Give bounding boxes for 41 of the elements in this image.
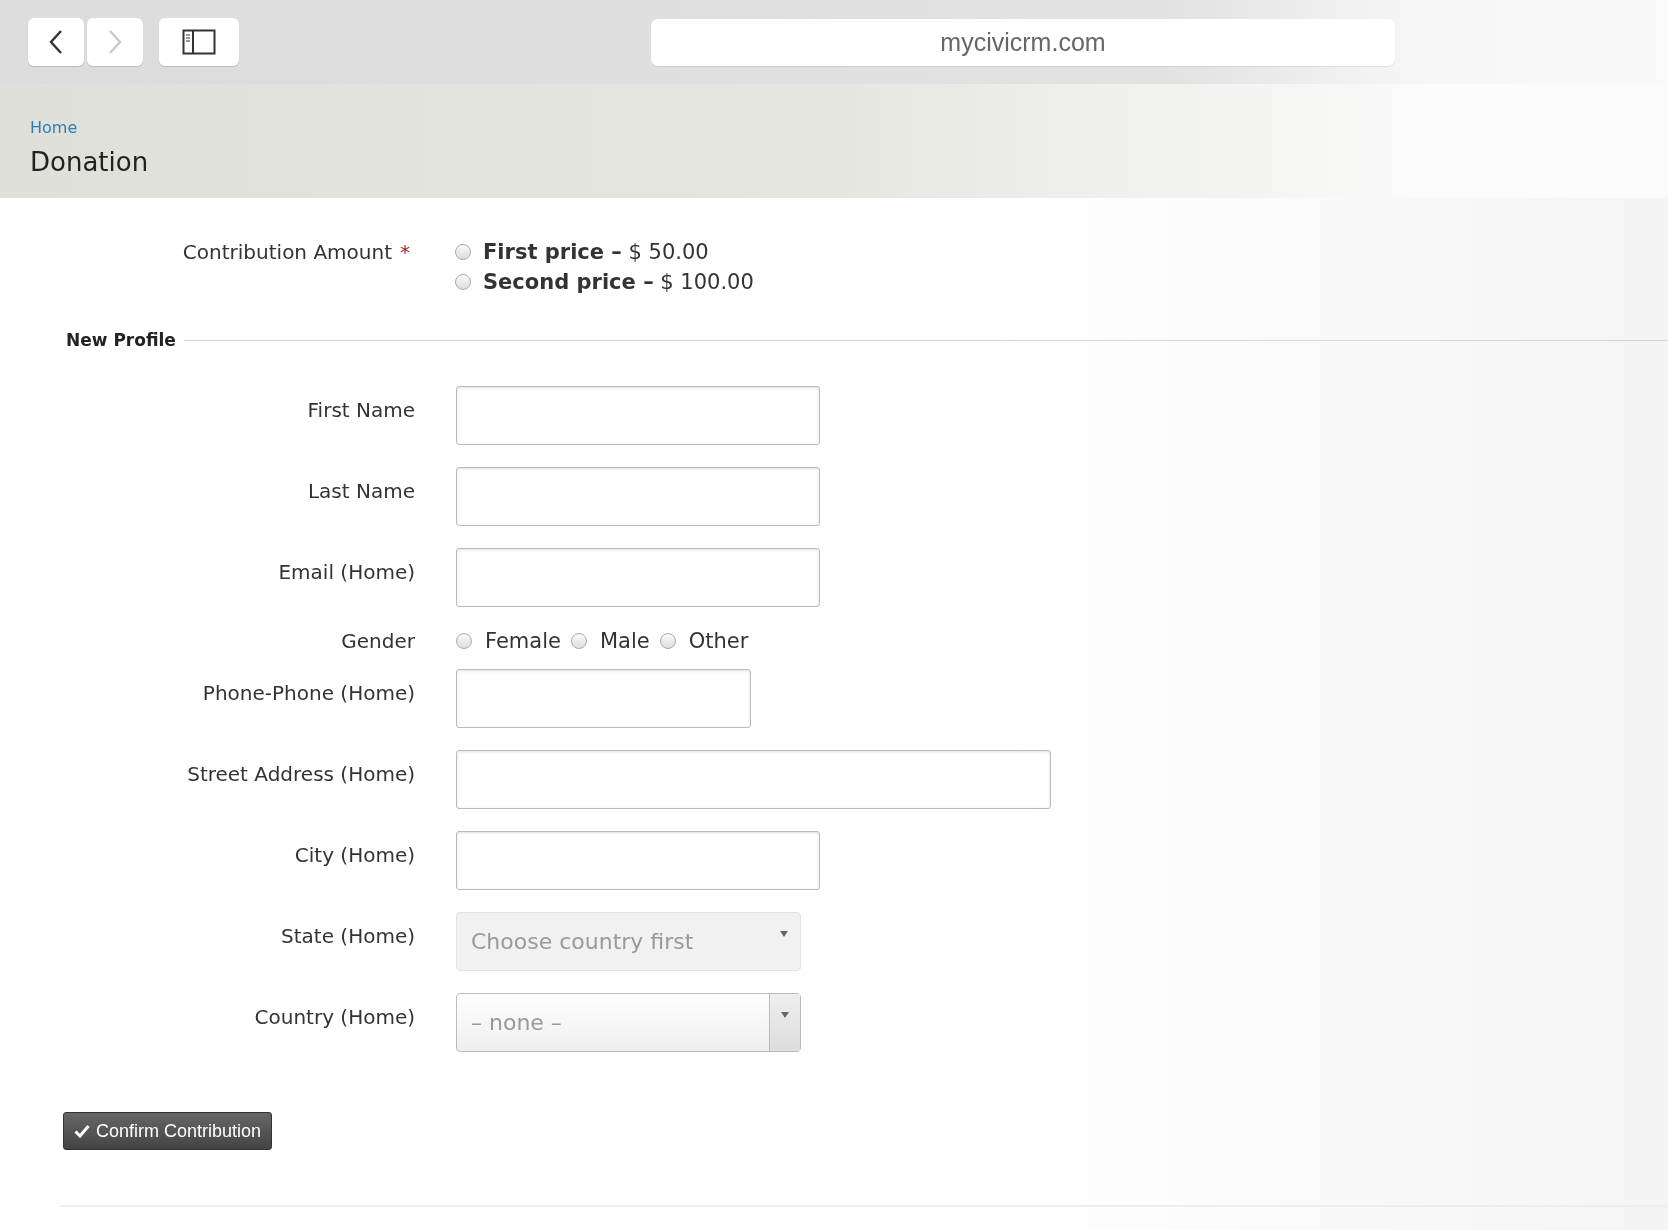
radio-label: Male <box>599 629 650 653</box>
field-label: Street Address (Home) <box>187 762 415 786</box>
field-label: Country (Home) <box>254 1005 415 1029</box>
radio-label: Other <box>688 629 749 653</box>
text-field[interactable] <box>456 669 751 728</box>
confirm-button[interactable]: Confirm Contribution <box>63 1112 273 1150</box>
text-field[interactable] <box>456 548 820 607</box>
field-label: Last Name <box>307 479 415 503</box>
field-label: Phone-Phone (Home) <box>202 681 415 705</box>
radio-button[interactable] <box>456 633 472 649</box>
page-title: Donation <box>30 147 149 177</box>
field-label: Contribution Amount <box>182 240 392 264</box>
address-bar[interactable]: mycivicrm.com <box>651 18 1395 66</box>
sidebar-button[interactable] <box>159 18 239 66</box>
text-field[interactable] <box>456 386 820 445</box>
field-label: First Name <box>307 398 415 422</box>
back-button[interactable] <box>28 18 84 66</box>
sidebar-icon <box>182 29 216 55</box>
text-field[interactable] <box>456 467 820 526</box>
back-icon <box>49 29 63 55</box>
price-option-label: Second price – $ 100.00 <box>483 270 754 294</box>
field-label: Gender <box>341 629 415 653</box>
breadcrumb-link[interactable]: Home <box>30 118 78 137</box>
field-label: Email (Home) <box>278 560 415 584</box>
radio-label: Female <box>485 629 561 653</box>
caret-icon <box>781 1012 789 1018</box>
radio-button[interactable] <box>455 274 471 290</box>
radio-button[interactable] <box>570 633 587 649</box>
field-label: State (Home) <box>281 924 415 948</box>
text-field[interactable] <box>456 750 1051 809</box>
field-label: City (Home) <box>294 843 415 867</box>
radio-button[interactable] <box>455 244 471 260</box>
caret-icon <box>780 931 788 937</box>
radio-button[interactable] <box>659 633 676 649</box>
price-option-label: First price – $ 50.00 <box>483 240 709 264</box>
checkmark-icon <box>74 1124 90 1138</box>
dropdown[interactable]: – none – <box>456 993 801 1052</box>
forward-icon <box>108 29 122 55</box>
section-title: New Profile <box>66 330 176 350</box>
required-mark: * <box>400 240 410 264</box>
text-field[interactable] <box>456 831 820 890</box>
